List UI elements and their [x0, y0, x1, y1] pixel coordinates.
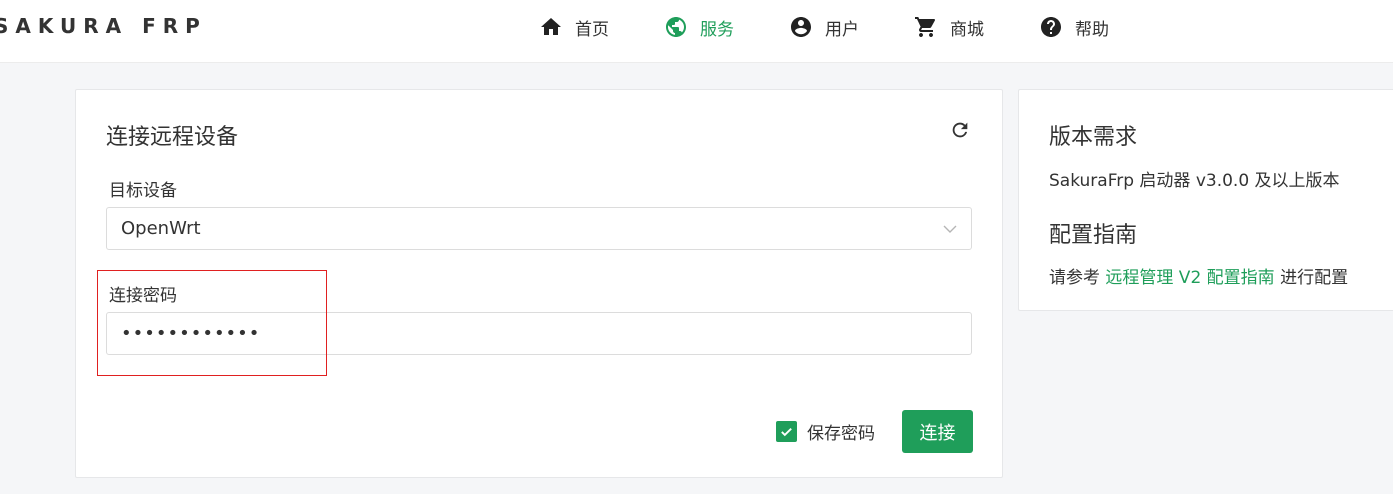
chevron-down-icon — [943, 225, 957, 233]
guide-link[interactable]: 远程管理 V2 配置指南 — [1105, 268, 1274, 288]
nav-item-shop[interactable]: 商城 — [914, 14, 984, 40]
card-title: 连接远程设备 — [106, 125, 239, 150]
refresh-icon[interactable] — [949, 119, 971, 141]
version-title: 版本需求 — [1049, 125, 1138, 150]
device-select-value: OpenWrt — [121, 218, 201, 239]
device-select[interactable]: OpenWrt — [106, 207, 972, 250]
nav-item-label: 帮助 — [1075, 19, 1109, 40]
guide-suffix: 进行配置 — [1280, 268, 1349, 288]
checkbox-checked[interactable] — [776, 421, 797, 442]
guide-prefix: 请参考 — [1049, 268, 1100, 288]
cart-icon — [915, 17, 936, 37]
save-password-checkbox[interactable]: 保存密码 — [776, 419, 875, 444]
highlight-box — [97, 270, 327, 376]
version-text: SakuraFrp 启动器 v3.0.0 及以上版本 — [1049, 171, 1340, 191]
connect-button[interactable]: 连接 — [902, 410, 973, 453]
brand-logo[interactable]: SAKURA FRP — [0, 14, 207, 38]
nav-item-services[interactable]: 服务 — [664, 14, 734, 40]
user-circle-icon — [791, 17, 811, 37]
guide-text: 请参考 远程管理 V2 配置指南 进行配置 — [1049, 263, 1348, 288]
home-icon — [541, 18, 561, 35]
nav-item-home[interactable]: 首页 — [539, 14, 609, 40]
device-label: 目标设备 — [109, 181, 177, 201]
nav-item-help[interactable]: 帮助 — [1039, 14, 1109, 40]
globe-icon — [666, 17, 686, 37]
nav-item-label: 商城 — [950, 19, 984, 40]
info-card: 版本需求 SakuraFrp 启动器 v3.0.0 及以上版本 配置指南 请参考… — [1018, 89, 1393, 311]
nav-item-user[interactable]: 用户 — [789, 14, 859, 40]
check-icon — [781, 428, 792, 437]
help-icon — [1041, 17, 1061, 37]
save-password-label: 保存密码 — [807, 424, 875, 444]
nav-item-label: 用户 — [825, 19, 859, 40]
nav-item-label: 首页 — [575, 19, 609, 40]
top-bar: SAKURA FRP 首页 服务 用户 商城 帮助 — [0, 0, 1393, 63]
guide-title: 配置指南 — [1049, 223, 1138, 248]
nav-item-label: 服务 — [700, 19, 734, 40]
